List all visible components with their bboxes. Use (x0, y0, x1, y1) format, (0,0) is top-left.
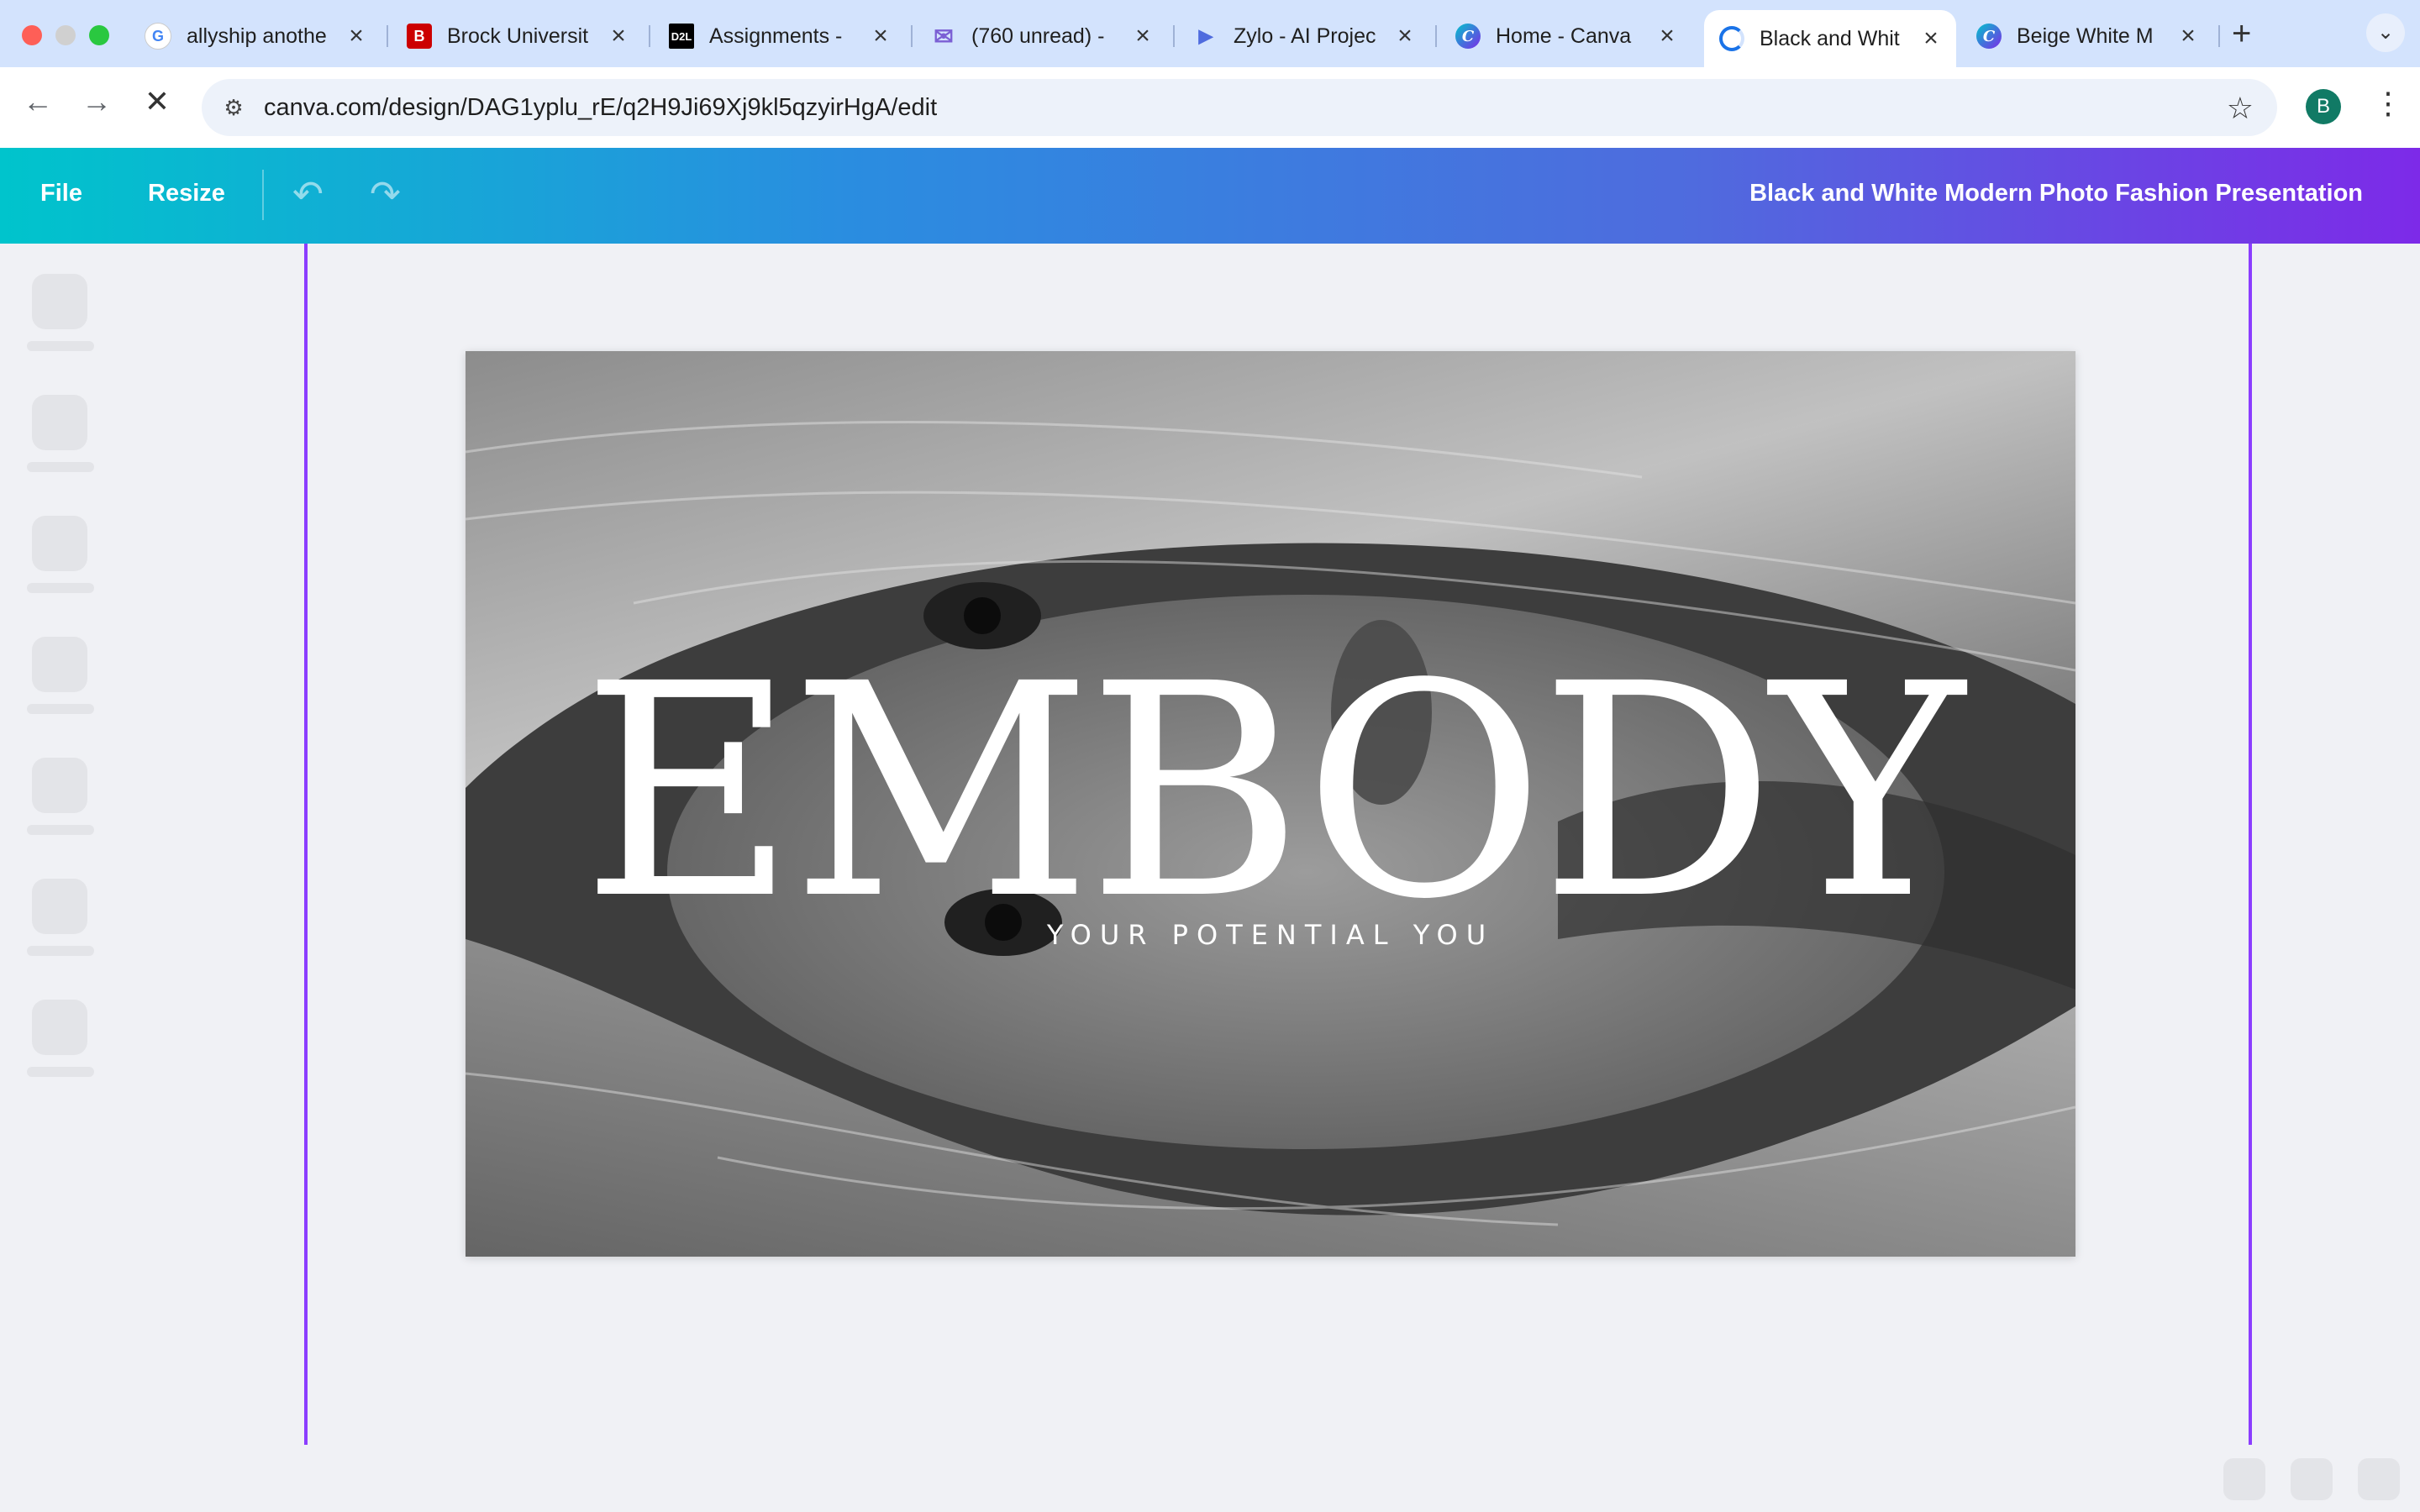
canva-icon: C (1455, 24, 1481, 49)
sidebar-item-placeholder (32, 879, 87, 934)
tab-title: Brock Universit (447, 24, 589, 48)
slide-subheadline[interactable]: YOUR POTENTIAL YOU (466, 919, 2075, 951)
sidebar-item-placeholder (32, 758, 87, 813)
browser-tab[interactable]: C Home - Canva × (1440, 12, 1692, 60)
sidebar-item-placeholder (32, 395, 87, 450)
resize-button[interactable]: Resize (148, 180, 225, 207)
sidebar-item-placeholder (32, 516, 87, 571)
tab-separator (649, 25, 650, 47)
browser-tab-strip: G allyship anothe × B Brock Universit × … (0, 0, 2420, 67)
close-tab-icon[interactable]: × (346, 22, 366, 50)
file-menu-button[interactable]: File (40, 180, 82, 207)
close-tab-icon[interactable]: × (1133, 22, 1153, 50)
minimize-window-button[interactable] (55, 25, 76, 45)
chevron-down-icon: ⌄ (2376, 21, 2395, 44)
arrow-right-icon: → (82, 84, 112, 118)
header-divider (262, 170, 264, 220)
sidebar-label-placeholder (27, 462, 94, 472)
sidebar-item-placeholder (32, 1000, 87, 1055)
new-tab-button[interactable]: + (2232, 15, 2251, 53)
arrow-left-icon: ← (23, 84, 53, 118)
footer-control-placeholder (2223, 1458, 2265, 1500)
browser-tab[interactable]: ✉ (760 unread) - × (916, 12, 1168, 60)
slide-headline[interactable]: EMBODY (466, 645, 2075, 939)
sidebar-item-placeholder (32, 637, 87, 692)
tab-separator (2218, 25, 2220, 47)
close-tab-icon[interactable]: × (1657, 22, 1677, 50)
sidebar-label-placeholder (27, 1067, 94, 1077)
footer-control-placeholder (2358, 1458, 2400, 1500)
close-icon: ✕ (144, 84, 171, 118)
back-button[interactable]: ← (17, 84, 59, 119)
d2l-icon: D2L (669, 24, 694, 49)
tab-title: Home - Canva (1496, 24, 1632, 48)
close-tab-icon[interactable]: × (1921, 24, 1941, 53)
tab-search-button[interactable]: ⌄ (2366, 13, 2405, 52)
site-settings-icon[interactable]: ⚙ (217, 91, 250, 124)
tab-title: Zylo - AI Projec (1234, 24, 1376, 48)
stop-loading-button[interactable]: ✕ (136, 84, 178, 119)
sidebar-label-placeholder (27, 704, 94, 714)
browser-tab[interactable]: B Brock Universit × (392, 12, 644, 60)
tab-title: (760 unread) - (971, 24, 1105, 48)
browser-toolbar: ← → ✕ ⚙ canva.com/design/DAG1yplu_rE/q2H… (0, 67, 2420, 148)
sidebar-label-placeholder (27, 583, 94, 593)
browser-tab[interactable]: G allyship anothe × (129, 12, 381, 60)
url-text: canva.com/design/DAG1yplu_rE/q2H9Ji69Xj9… (264, 93, 938, 121)
canva-icon: C (1976, 24, 2002, 49)
browser-tab[interactable]: ▶ Zylo - AI Projec × (1178, 12, 1430, 60)
bookmark-star-icon[interactable]: ☆ (2227, 91, 2254, 126)
sidebar-label-placeholder (27, 825, 94, 835)
profile-avatar[interactable]: B (2306, 89, 2341, 124)
maximize-window-button[interactable] (89, 25, 109, 45)
browser-tab[interactable]: D2L Assignments - × (654, 12, 906, 60)
close-tab-icon[interactable]: × (608, 22, 629, 50)
close-tab-icon[interactable]: × (1395, 22, 1415, 50)
mail-icon: ✉ (934, 23, 954, 50)
tab-title: Beige White M (2017, 24, 2154, 48)
browser-menu-icon[interactable]: ⋮ (2373, 86, 2403, 121)
slide-canvas[interactable]: EMBODY YOUR POTENTIAL YOU (466, 351, 2075, 1257)
left-page-guide (304, 244, 308, 1445)
tab-separator (911, 25, 913, 47)
sidebar-item-placeholder (32, 274, 87, 329)
tab-separator (1173, 25, 1175, 47)
right-page-guide (2249, 244, 2252, 1445)
document-title[interactable]: Black and White Modern Photo Fashion Pre… (1749, 180, 2363, 207)
sidebar-label-placeholder (27, 946, 94, 956)
undo-icon[interactable]: ↶ (292, 173, 324, 216)
forward-button[interactable]: → (76, 84, 118, 119)
zylo-play-icon: ▶ (1198, 25, 1213, 46)
footer-control-placeholder (2291, 1458, 2333, 1500)
tab-title: Black and Whit (1760, 26, 1900, 50)
google-icon: G (145, 23, 171, 50)
address-bar[interactable]: ⚙ canva.com/design/DAG1yplu_rE/q2H9Ji69X… (202, 79, 2277, 136)
browser-tab[interactable]: C Beige White M × (1961, 12, 2213, 60)
loading-icon (1719, 26, 1744, 51)
tab-title: Assignments - (709, 24, 843, 48)
close-tab-icon[interactable]: × (871, 22, 891, 50)
tab-title: allyship anothe (187, 24, 327, 48)
brock-b-icon: B (407, 24, 432, 49)
tab-separator (1435, 25, 1437, 47)
close-tab-icon[interactable]: × (2178, 22, 2198, 50)
close-window-button[interactable] (22, 25, 42, 45)
tab-separator (387, 25, 388, 47)
redo-icon[interactable]: ↷ (370, 173, 401, 216)
browser-tab-active[interactable]: Black and Whit × (1704, 10, 1956, 67)
canva-editor-header: File Resize ↶ ↷ Black and White Modern P… (0, 148, 2420, 244)
sidebar-label-placeholder (27, 341, 94, 351)
